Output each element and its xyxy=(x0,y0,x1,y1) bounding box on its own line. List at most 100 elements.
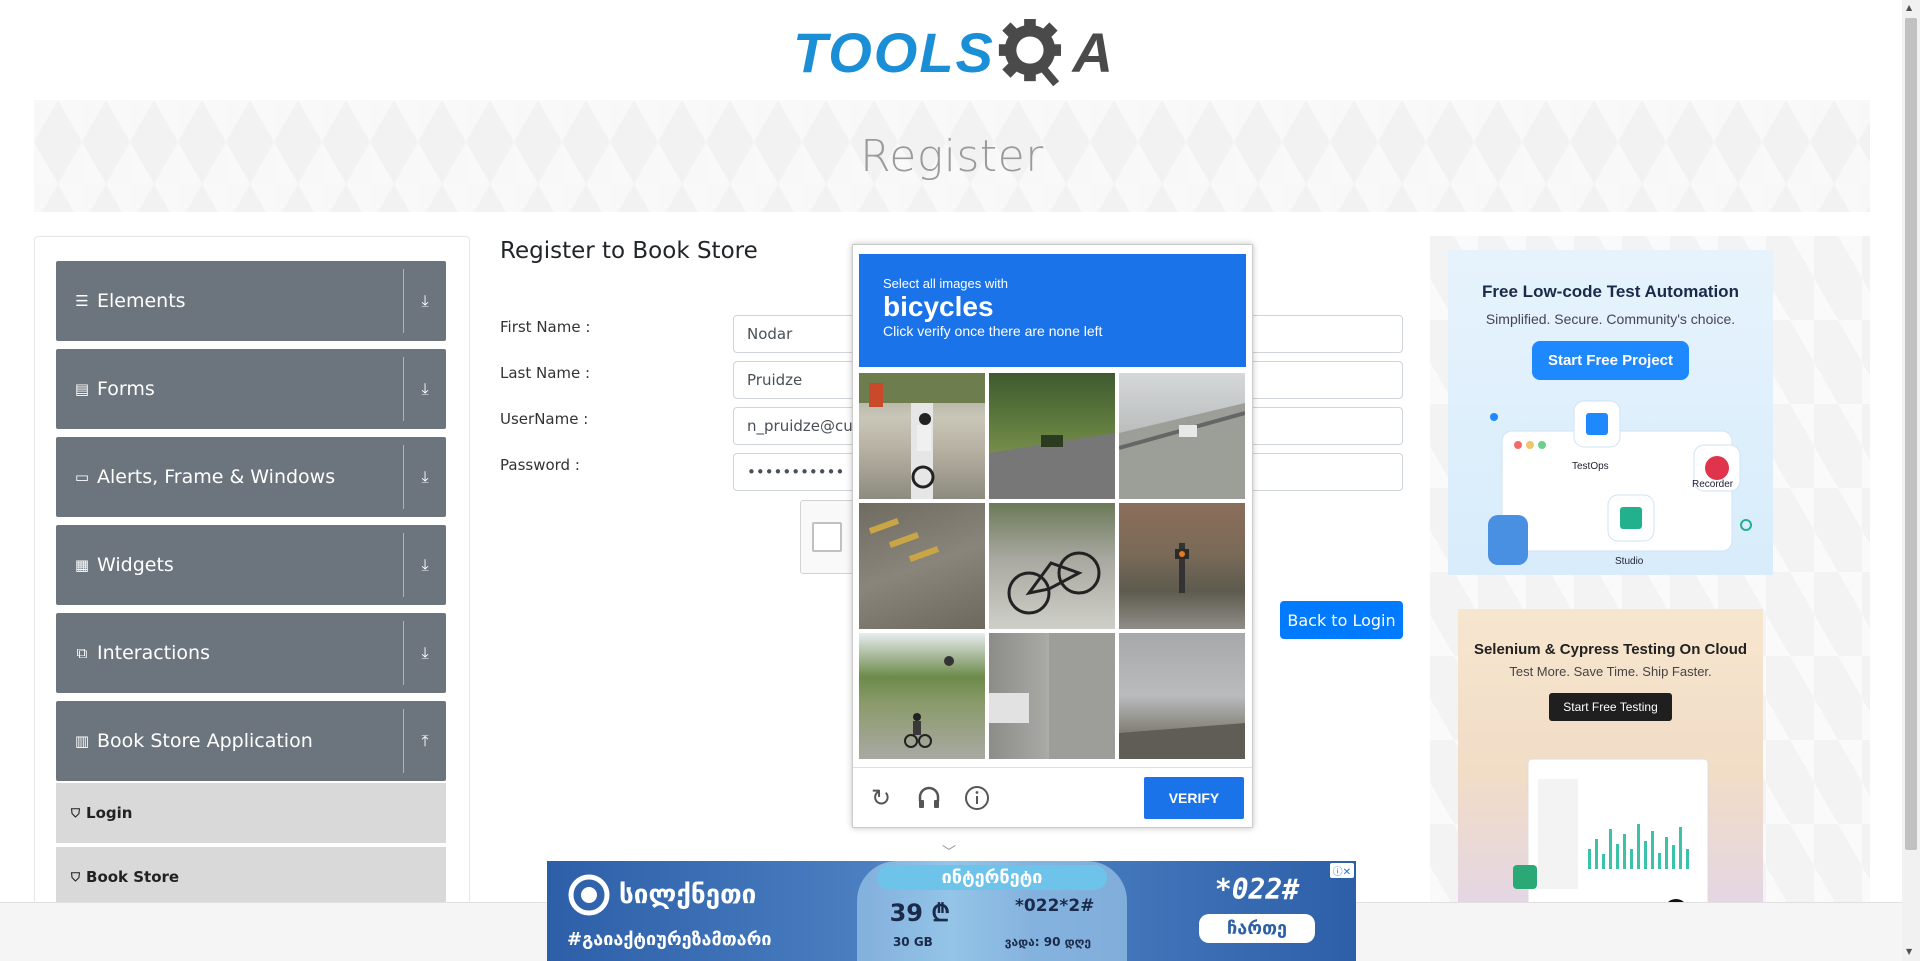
reload-icon[interactable]: ↻ xyxy=(867,784,895,812)
ad-label-testops: TestOps xyxy=(1572,461,1609,472)
ad-cta-button[interactable]: ჩართე xyxy=(1199,914,1315,943)
ad-code: *022*2# xyxy=(1015,896,1095,916)
sky-image xyxy=(1119,723,1245,759)
sidebar-group-label: Elements xyxy=(97,290,186,312)
sidebar-item-book-store[interactable]: ⛉ Book Store xyxy=(56,847,446,909)
expand-down-icon[interactable]: ⤓ xyxy=(404,379,446,399)
books-icon: ▥ xyxy=(74,732,90,750)
sidebar: ☰ Elements ⤓ ▤ Forms ⤓ ▭ Alerts, Frame &… xyxy=(34,236,470,961)
verify-button[interactable]: VERIFY xyxy=(1144,777,1244,819)
cyclist-road-image xyxy=(904,656,954,748)
back-to-login-button[interactable]: Back to Login xyxy=(1280,601,1403,639)
ad-validity: ვადა: 90 დღე xyxy=(1004,935,1092,949)
first-name-label: First Name : xyxy=(500,318,591,336)
sidebar-group-label: Alerts, Frame & Windows xyxy=(97,466,336,488)
ad-title: Free Low-code Test Automation xyxy=(1482,282,1739,301)
challenge-instruction: Select all images with xyxy=(883,276,1008,291)
document-icon: ▤ xyxy=(74,380,90,398)
crosswalk-image xyxy=(868,518,940,562)
sidebar-group-widgets[interactable]: ▦ Widgets ⤓ xyxy=(56,525,446,605)
bottom-ad-silknet[interactable]: სილქნეთი #გაიაქტიურეზამთარი ინტერნეტი 39… xyxy=(547,861,1356,961)
form-title: Register to Book Store xyxy=(500,238,758,264)
start-free-testing-button[interactable]: Start Free Testing xyxy=(1549,693,1672,721)
challenge-tile[interactable] xyxy=(1119,503,1245,629)
silknet-logo-icon xyxy=(568,874,610,916)
cyclist-image xyxy=(859,373,985,499)
adchoices-close-icon[interactable]: ⓘ✕ xyxy=(1329,863,1354,878)
ad-katalon[interactable]: Free Low-code Test Automation Simplified… xyxy=(1448,250,1773,575)
scroll-up-arrow-icon[interactable]: ▲ xyxy=(1906,3,1912,12)
ad-data: 30 GB xyxy=(892,935,933,949)
ad-left-section: სილქნეთი #გაიაქტიურეზამთარი xyxy=(567,873,772,950)
challenge-footer: ↻ VERIFY xyxy=(853,767,1252,827)
challenge-tile[interactable] xyxy=(1119,633,1245,759)
scrollbar-thumb[interactable] xyxy=(1905,18,1917,850)
sidebar-group-elements[interactable]: ☰ Elements ⤓ xyxy=(56,261,446,341)
ad-code-big: *022# xyxy=(1214,873,1300,906)
sidebar-group-book-store-application[interactable]: ▥ Book Store Application ⤒ xyxy=(56,701,446,781)
challenge-tile[interactable] xyxy=(859,633,985,759)
recaptcha-checkbox[interactable] xyxy=(812,522,842,552)
ad-right-section: *022# ჩართე xyxy=(1177,873,1337,943)
info-icon[interactable] xyxy=(963,784,991,812)
sidebar-group-label: Interactions xyxy=(97,642,210,664)
scroll-down-arrow-icon[interactable]: ▼ xyxy=(1906,947,1912,956)
menu-icon: ☰ xyxy=(75,292,89,310)
sidebar-group-alerts[interactable]: ▭ Alerts, Frame & Windows ⤓ xyxy=(56,437,446,517)
ad-subtitle: Simplified. Secure. Community's choice. xyxy=(1485,311,1736,327)
challenge-tile[interactable] xyxy=(989,373,1115,499)
password-label: Password : xyxy=(500,456,580,474)
ad-title: Selenium & Cypress Testing On Cloud xyxy=(1473,641,1748,658)
logo-a: A xyxy=(1072,21,1113,84)
challenge-tile[interactable] xyxy=(859,373,985,499)
road-image xyxy=(989,433,1115,499)
highway-image xyxy=(1119,403,1245,499)
ad-label-recorder: Recorder xyxy=(1692,479,1734,490)
challenge-hint: Click verify once there are none left xyxy=(883,323,1103,339)
username-label: UserName : xyxy=(500,410,589,428)
html5-icon: ⛉ xyxy=(71,805,81,820)
ad-brand-name: სილქნეთი xyxy=(619,880,757,910)
interactions-icon: ⧉ xyxy=(76,644,88,662)
challenge-image-grid xyxy=(859,373,1246,760)
chevron-down-icon: ﹀ xyxy=(942,845,956,861)
expand-down-icon[interactable]: ⤓ xyxy=(404,467,446,487)
sidebar-group-label: Book Store Application xyxy=(97,730,313,752)
window-icon: ▭ xyxy=(74,468,90,486)
ad-offer-header: ინტერნეტი xyxy=(877,865,1107,890)
widgets-icon: ▦ xyxy=(74,556,90,574)
html5-icon: ⛉ xyxy=(71,869,81,884)
sidebar-item-login[interactable]: ⛉ Login xyxy=(56,783,446,845)
bicycle-image xyxy=(1007,551,1101,615)
sidebar-group-label: Forms xyxy=(97,378,155,400)
audio-icon[interactable] xyxy=(915,784,943,812)
sidebar-group-label: Widgets xyxy=(97,554,174,576)
sidebar-item-label: Book Store xyxy=(86,868,180,886)
challenge-tile[interactable] xyxy=(989,503,1115,629)
last-name-label: Last Name : xyxy=(500,364,591,382)
challenge-tile[interactable] xyxy=(989,633,1115,759)
challenge-header: Select all images with bicycles Click ve… xyxy=(859,254,1246,367)
challenge-target: bicycles xyxy=(883,291,994,322)
expand-down-icon[interactable]: ⤓ xyxy=(404,555,446,575)
gear-magnifier-icon xyxy=(998,19,1061,87)
ad-subtitle: Test More. Save Time. Ship Faster. xyxy=(1509,664,1712,679)
ad-hashtag: #გაიაქტიურეზამთარი xyxy=(567,929,772,950)
sidebar-item-label: Login xyxy=(86,804,133,822)
expand-down-icon[interactable]: ⤓ xyxy=(404,291,446,311)
street-image xyxy=(1175,543,1189,593)
ad-price: 39 ₾ xyxy=(889,899,950,927)
sidebar-group-interactions[interactable]: ⧉ Interactions ⤓ xyxy=(56,613,446,693)
page-banner: Register xyxy=(34,100,1870,212)
collapse-up-icon[interactable]: ⤒ xyxy=(404,731,446,751)
page-title: Register xyxy=(860,130,1044,182)
start-free-project-button[interactable]: Start Free Project xyxy=(1531,341,1690,380)
toolsqa-logo[interactable]: TOOLS A xyxy=(793,16,1113,90)
expand-down-icon[interactable]: ⤓ xyxy=(404,643,446,663)
recaptcha-challenge: Select all images with bicycles Click ve… xyxy=(852,244,1253,828)
challenge-tile[interactable] xyxy=(859,503,985,629)
ad-offer-card: ინტერნეტი 39 ₾ *022*2# 30 GB ვადა: 90 დღ… xyxy=(857,861,1127,961)
challenge-tile[interactable] xyxy=(1119,373,1245,499)
sidebar-group-forms[interactable]: ▤ Forms ⤓ xyxy=(56,349,446,429)
logo-text: TOOLS xyxy=(793,21,995,84)
